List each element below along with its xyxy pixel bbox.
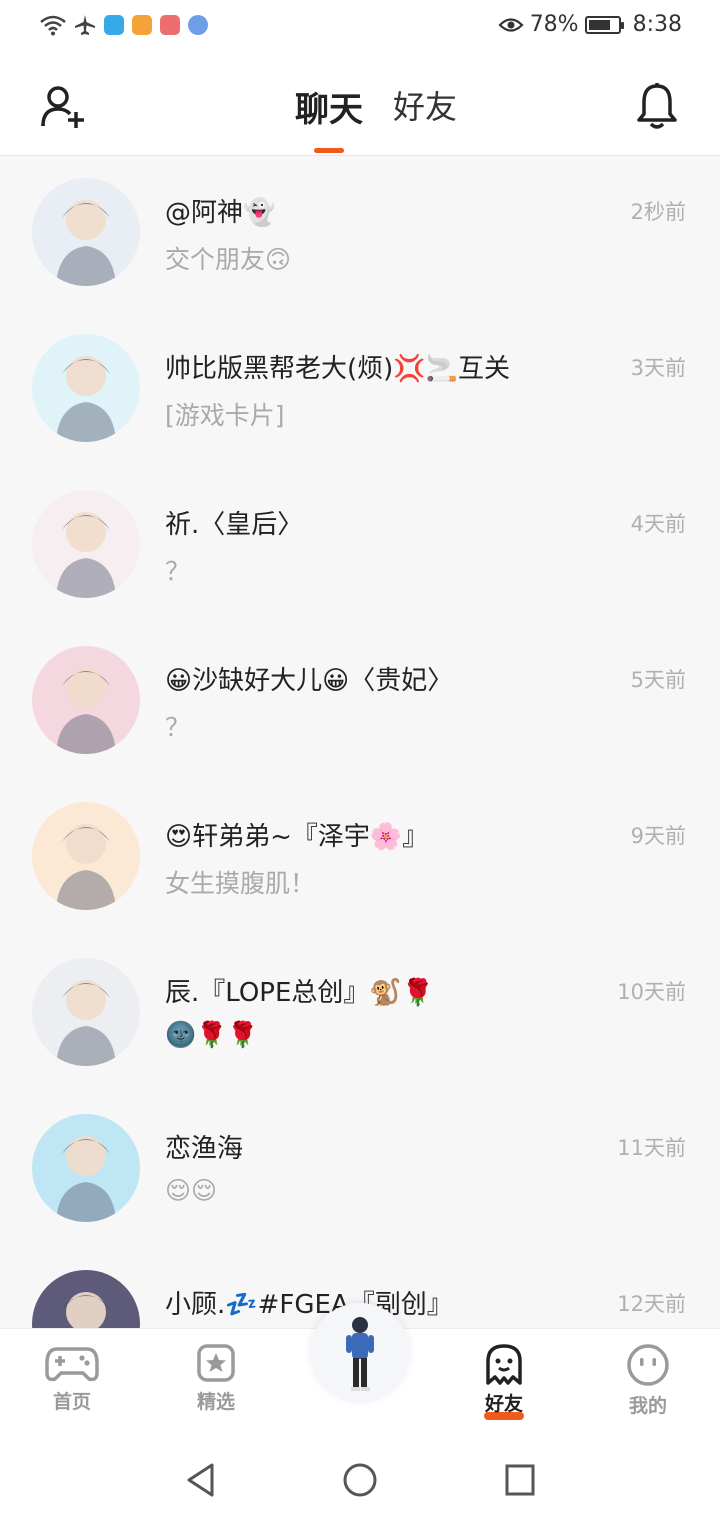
status-icons-right: 78% 8:38 (498, 12, 682, 37)
chat-preview: 🌚🌹🌹 (165, 1020, 259, 1049)
gamepad-icon (45, 1347, 99, 1382)
chat-name: 😀沙缺好大儿😀〈贵妃〉 (165, 666, 454, 696)
avatar-illustration (32, 646, 140, 754)
nav-me-label: 我的 (628, 1395, 667, 1417)
battery-fill (588, 19, 611, 30)
chat-row[interactable]: @阿神👻 交个朋友🙃 2秒前 (0, 156, 720, 312)
avatar-illustration (32, 802, 140, 910)
chat-row[interactable]: 恋渔海 😌😌 11天前 (0, 1092, 720, 1248)
chat-row[interactable]: 😍轩弟弟~『泽宇🌸』 女生摸腹肌！ 9天前 (0, 780, 720, 936)
chat-row[interactable]: 祈.〈皇后〉 ？ 4天前 (0, 468, 720, 624)
chat-time: 4天前 (630, 512, 686, 536)
status-bar: 78% 8:38 (0, 0, 720, 58)
app-globe-icon (188, 15, 208, 35)
chat-preview: 女生摸腹肌！ (165, 869, 316, 898)
avatar-illustration (32, 334, 140, 442)
avatar[interactable] (32, 802, 140, 910)
battery-icon (584, 15, 624, 34)
avatar[interactable] (32, 178, 140, 286)
nav-friends-text: 好友 (484, 1393, 523, 1415)
chat-name: 辰.『LOPE总创』🐒🌹 (165, 978, 435, 1008)
avatar-illustration (32, 490, 140, 598)
battery-percent: 78% (529, 12, 579, 37)
chat-preview: 😌😌 (165, 1176, 218, 1205)
center-character-button[interactable] (310, 1303, 410, 1403)
header-tabs: 聊天 好友 (0, 82, 720, 131)
nav-me[interactable]: 我的 (598, 1343, 698, 1418)
nav-featured-label: 精选 (196, 1391, 235, 1413)
airplane-icon (75, 15, 95, 35)
avatar[interactable] (32, 1114, 140, 1222)
chat-name: 祈.〈皇后〉 (165, 510, 304, 540)
nav-friends-label: 好友 (454, 1389, 554, 1420)
chat-time: 12天前 (617, 1292, 686, 1316)
system-nav-bar (0, 1440, 720, 1520)
avatar[interactable] (32, 1270, 140, 1328)
bell-icon[interactable] (636, 82, 678, 130)
chat-list: @阿神👻 交个朋友🙃 2秒前帅比版黑帮老大(烦)💢🚬互关 [游戏卡片] 3天前祈.〈皇后… (0, 156, 720, 1328)
chat-name: @阿神👻 (165, 198, 276, 228)
face-icon (627, 1344, 669, 1386)
clock-time: 8:38 (632, 12, 682, 37)
avatar-illustration (32, 178, 140, 286)
home-icon[interactable] (342, 1462, 378, 1498)
chat-name: 帅比版黑帮老大(烦)💢🚬互关 (165, 354, 511, 384)
chat-time: 11天前 (617, 1136, 686, 1160)
chat-preview: 交个朋友🙃 (165, 245, 292, 274)
chat-time: 10天前 (617, 980, 686, 1004)
nav-home-label: 首页 (52, 1391, 91, 1413)
avatar-illustration (32, 1114, 140, 1222)
star-card-icon (197, 1344, 235, 1382)
chat-preview: ？ (165, 713, 191, 742)
chat-preview: [游戏卡片] (165, 401, 285, 430)
bottom-nav: 首页 精选 好友 我的 (0, 1303, 720, 1440)
avatar[interactable] (32, 334, 140, 442)
chat-preview: ？ (165, 557, 191, 586)
chat-row[interactable]: 辰.『LOPE总创』🐒🌹 🌚🌹🌹 10天前 (0, 936, 720, 1092)
tab-friends[interactable]: 好友 (393, 82, 457, 131)
chat-time: 2秒前 (630, 200, 686, 224)
avatar-illustration (32, 958, 140, 1066)
ghost-icon (486, 1344, 522, 1385)
app-play-icon (132, 15, 152, 35)
character-avatar-icon (310, 1303, 410, 1403)
nav-featured[interactable]: 精选 (166, 1343, 266, 1414)
chat-row[interactable]: 😀沙缺好大儿😀〈贵妃〉 ？ 5天前 (0, 624, 720, 780)
wifi-icon (40, 15, 66, 36)
chat-row[interactable]: 帅比版黑帮老大(烦)💢🚬互关 [游戏卡片] 3天前 (0, 312, 720, 468)
chat-time: 9天前 (630, 824, 686, 848)
tab-chat[interactable]: 聊天 (295, 82, 363, 131)
chat-time: 5天前 (630, 668, 686, 692)
recents-icon[interactable] (504, 1462, 536, 1498)
avatar-illustration (32, 1270, 140, 1328)
app-shield-icon (104, 15, 124, 35)
status-icons-left (40, 14, 208, 36)
avatar[interactable] (32, 646, 140, 754)
avatar[interactable] (32, 490, 140, 598)
nav-friends[interactable]: 好友 (454, 1343, 554, 1420)
eye-comfort-icon (498, 17, 524, 32)
avatar[interactable] (32, 958, 140, 1066)
chat-time: 3天前 (630, 356, 686, 380)
app-mail-icon (160, 15, 180, 35)
back-icon[interactable] (184, 1462, 218, 1498)
chat-name: 小顾.💤#FGEA『副创』 (165, 1290, 453, 1320)
chat-name: 恋渔海 (165, 1134, 244, 1164)
nav-home[interactable]: 首页 (22, 1343, 122, 1414)
top-header: 聊天 好友 (0, 58, 720, 156)
chat-name: 😍轩弟弟~『泽宇🌸』 (165, 822, 429, 852)
